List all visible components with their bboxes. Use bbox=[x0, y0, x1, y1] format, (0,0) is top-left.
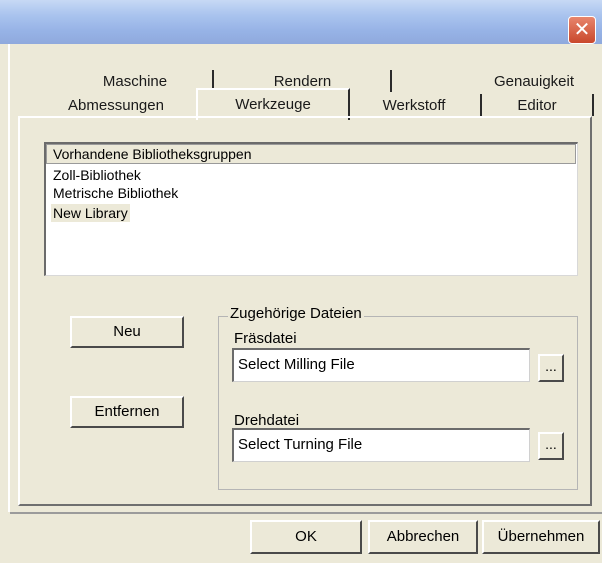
list-item-metrisch[interactable]: Metrische Bibliothek bbox=[51, 184, 180, 202]
turning-file-field[interactable]: Select Turning File bbox=[232, 428, 530, 462]
bottom-separator bbox=[10, 512, 602, 514]
window-edge bbox=[8, 44, 10, 512]
list-item-new-library-selected[interactable]: New Library bbox=[51, 204, 130, 222]
tab-separator bbox=[390, 70, 392, 92]
library-list[interactable]: Vorhandene Bibliotheksgruppen Zoll-Bibli… bbox=[44, 142, 578, 276]
new-button[interactable]: Neu bbox=[70, 316, 184, 348]
milling-file-label: Fräsdatei bbox=[234, 330, 297, 347]
close-icon: ✕ bbox=[573, 17, 591, 41]
tab-separator bbox=[592, 94, 594, 116]
remove-button[interactable]: Entfernen bbox=[70, 396, 184, 428]
tab-abmessungen[interactable]: Abmessungen bbox=[36, 94, 196, 118]
close-button[interactable]: ✕ bbox=[568, 16, 596, 44]
cancel-button[interactable]: Abbrechen bbox=[368, 520, 478, 554]
turning-browse-button[interactable]: ... bbox=[538, 432, 564, 460]
apply-button[interactable]: Übernehmen bbox=[482, 520, 600, 554]
tab-genauigkeit-label: Genauigkeit bbox=[493, 73, 575, 90]
ok-button[interactable]: OK bbox=[250, 520, 362, 554]
tab-editor[interactable]: Editor bbox=[484, 94, 590, 118]
list-header: Vorhandene Bibliotheksgruppen bbox=[46, 144, 576, 164]
group-title: Zugehörige Dateien bbox=[228, 304, 364, 324]
title-bar bbox=[0, 0, 602, 44]
list-item-zoll[interactable]: Zoll-Bibliothek bbox=[51, 166, 143, 184]
milling-browse-button[interactable]: ... bbox=[538, 354, 564, 382]
milling-file-field[interactable]: Select Milling File bbox=[232, 348, 530, 382]
tab-maschine[interactable]: Maschine bbox=[60, 70, 210, 94]
tab-werkstoff[interactable]: Werkstoff bbox=[348, 94, 480, 118]
tab-separator bbox=[480, 94, 482, 116]
tab-genauigkeit[interactable]: Genauigkeit bbox=[394, 70, 594, 94]
